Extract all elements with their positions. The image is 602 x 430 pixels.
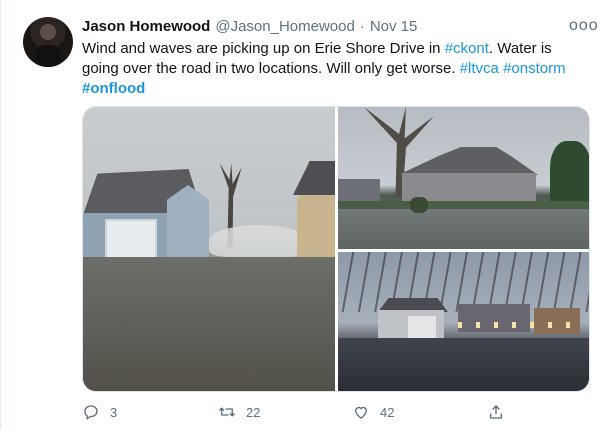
house-wall-right (167, 185, 209, 259)
hashtag-ltvca[interactable]: #ltvca (460, 60, 499, 77)
retweet-button[interactable]: 22 (218, 401, 260, 423)
retweet-icon (219, 407, 235, 417)
tweet-text-line-3: #onflood (82, 79, 587, 99)
like-button[interactable]: 42 (352, 401, 394, 423)
heart-icon (355, 406, 367, 419)
text-segment: going over the road in two locations. Wi… (82, 60, 460, 77)
tweet-card[interactable]: Jason Homewood @Jason_Homewood · Nov 15 … (0, 0, 602, 430)
tweet-text-line-2: going over the road in two locations. Wi… (82, 59, 587, 79)
hashtag-onstorm[interactable]: #onstorm (503, 60, 566, 77)
avatar[interactable] (23, 17, 73, 67)
separator-dot: · (359, 18, 365, 35)
tweet-timestamp[interactable]: Nov 15 (370, 18, 418, 35)
lights (458, 322, 578, 328)
trees-right (550, 141, 589, 207)
house-roof (398, 147, 538, 175)
author-name[interactable]: Jason Homewood (82, 18, 210, 35)
wave-splash (209, 225, 309, 257)
tweet-text-line-1: Wind and waves are picking up on Erie Sh… (82, 39, 587, 59)
floodwater (338, 209, 589, 249)
more-icon[interactable]: ooo (569, 16, 598, 36)
shrub (410, 197, 428, 213)
garage (338, 179, 380, 203)
house-far-right (534, 308, 580, 334)
tweet-text: Wind and waves are picking up on Erie Sh… (82, 39, 587, 99)
text-segment: . Water is (488, 40, 552, 57)
hashtag-onflood[interactable]: #onflood (82, 80, 145, 97)
media-photo-flooded-street[interactable] (338, 252, 589, 391)
bare-trees (338, 252, 589, 312)
tweet-header: Jason Homewood @Jason_Homewood · Nov 15 (82, 18, 417, 38)
floodwater (83, 257, 335, 391)
share-button[interactable] (487, 401, 515, 423)
media-photo-flooded-yard[interactable] (338, 107, 589, 249)
reply-icon (84, 405, 98, 421)
share-icon (490, 405, 502, 419)
hashtag-ckont[interactable]: #ckont (445, 40, 489, 57)
garage-door (105, 219, 157, 259)
floodwater (338, 338, 589, 391)
media-photo-flooded-houses[interactable] (83, 107, 335, 391)
garage-door (408, 316, 436, 338)
text-segment: Wind and waves are picking up on Erie Sh… (82, 40, 445, 57)
reply-button[interactable]: 3 (82, 401, 117, 423)
tweet-actions: 3 22 42 (82, 401, 590, 423)
reply-count: 3 (110, 404, 118, 420)
retweet-count: 22 (246, 404, 261, 420)
house-right-roof (293, 161, 335, 195)
media-grid (82, 106, 590, 392)
author-handle[interactable]: @Jason_Homewood (215, 18, 354, 35)
like-count: 42 (380, 404, 395, 420)
